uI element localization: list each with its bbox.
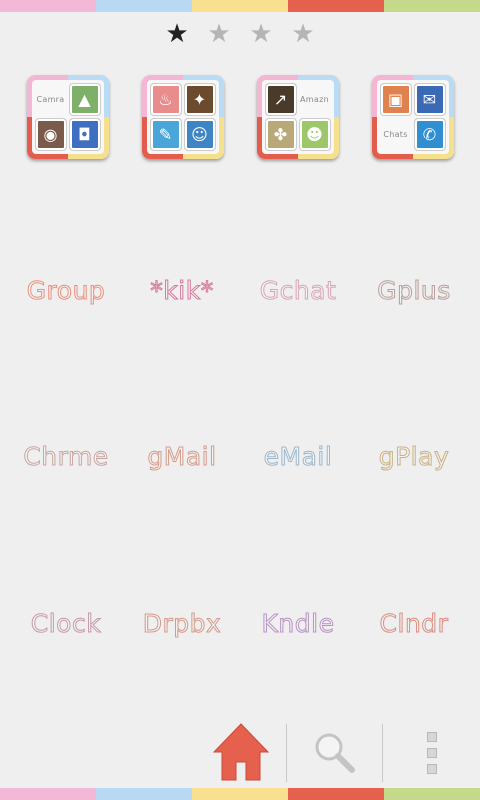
app-folder[interactable]: ↗ Amazn ✤ ☻ (256, 75, 339, 159)
stripe-segment (96, 0, 192, 12)
app-shortcut-kndle[interactable]: Kndle (243, 609, 353, 639)
search-icon (315, 733, 355, 773)
gallery-icon: ▲ (69, 84, 100, 115)
stripe-segment (384, 788, 480, 800)
page-indicator: ★ ★ ★ ★ (0, 20, 480, 48)
instagram-icon: ◉ (35, 119, 66, 150)
puzzle-icon: ✤ (265, 119, 296, 150)
menu-icon-dot (427, 764, 437, 774)
app-shortcut-gplus[interactable]: Gplus (359, 276, 469, 306)
stripe-segment (384, 0, 480, 12)
star-icon[interactable]: ★ (249, 20, 273, 48)
stripe-segment (0, 788, 96, 800)
app-shortcut-chrme[interactable]: Chrme (11, 442, 121, 472)
search-button[interactable] (312, 730, 356, 774)
home-button[interactable] (210, 722, 272, 782)
menu-icon-dot (427, 748, 437, 758)
app-shortcut-clock[interactable]: Clock (11, 609, 121, 639)
app-shortcut-group[interactable]: Group (11, 276, 121, 306)
messages-icon: ✉ (414, 84, 445, 115)
stripe-segment (0, 0, 96, 12)
stripe-segment (192, 788, 288, 800)
home-icon (212, 723, 270, 781)
star-icon[interactable]: ★ (165, 20, 189, 48)
app-shortcut-gmail[interactable]: gMail (127, 442, 237, 472)
app-row: Clock Drpbx Kndle Clndr (0, 609, 480, 639)
menu-icon (427, 732, 437, 742)
app-row: Chrme gMail eMail gPlay (0, 442, 480, 472)
chat-bubble-icon: ☻ (299, 119, 330, 150)
chart-icon: ↗ (265, 84, 296, 115)
star-icon[interactable]: ★ (291, 20, 315, 48)
contacts-icon: ▣ (380, 84, 411, 115)
star-icon[interactable]: ★ (207, 20, 231, 48)
menu-button[interactable] (416, 728, 448, 778)
game-icon: ✦ (184, 84, 215, 115)
phone-icon: ✆ (414, 119, 445, 150)
folder-label: Amazn (300, 95, 329, 104)
app-shortcut-gplay[interactable]: gPlay (359, 442, 469, 472)
camera-icon: ◘ (69, 119, 100, 150)
app-folder[interactable]: ♨ ✦ ✎ ☺ (141, 75, 224, 159)
dock (0, 716, 480, 788)
stripe-segment (288, 788, 384, 800)
stripe-segment (96, 788, 192, 800)
stripe-segment (192, 0, 288, 12)
folder-label: Chats (383, 130, 408, 139)
top-color-stripe (0, 0, 480, 12)
app-shortcut-gchat[interactable]: Gchat (243, 276, 353, 306)
app-folder[interactable]: Camra ▲ ◉ ◘ (26, 75, 109, 159)
cake-icon: ♨ (150, 84, 181, 115)
folder-row: Camra ▲ ◉ ◘ ♨ ✦ ✎ ☺ ↗ Amazn ✤ ☻ ▣ ✉ Chats ✆ (0, 75, 480, 159)
app-shortcut-email[interactable]: eMail (243, 442, 353, 472)
app-folder[interactable]: ▣ ✉ Chats ✆ (371, 75, 454, 159)
dock-divider (382, 724, 383, 782)
paint-icon: ✎ (150, 119, 181, 150)
character-icon: ☺ (184, 119, 215, 150)
app-shortcut-kik[interactable]: *kik* (127, 276, 237, 306)
app-row: Group *kik* Gchat Gplus (0, 276, 480, 306)
folder-label: Camra (36, 95, 65, 104)
bottom-color-stripe (0, 788, 480, 800)
dock-divider (286, 724, 287, 782)
app-shortcut-clndr[interactable]: Clndr (359, 609, 469, 639)
app-shortcut-drpbx[interactable]: Drpbx (127, 609, 237, 639)
stripe-segment (288, 0, 384, 12)
